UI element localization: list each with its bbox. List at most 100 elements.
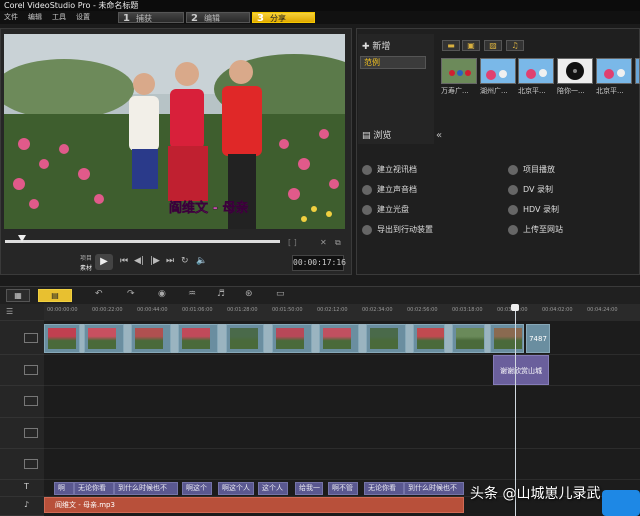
overlay-track[interactable]	[44, 386, 640, 418]
upload-web-button[interactable]: 上传至网站	[508, 224, 563, 235]
menu-settings[interactable]: 设置	[76, 11, 90, 24]
video-clip[interactable]	[413, 324, 445, 353]
video-track-icon[interactable]	[24, 333, 38, 343]
lyric-clip[interactable]: 啊	[54, 482, 74, 495]
export-mobile-button[interactable]: 导出到行动装置	[362, 224, 433, 235]
library-thumbnail[interactable]	[480, 58, 516, 84]
go-end-icon[interactable]: ⏭	[166, 256, 174, 266]
undo-icon[interactable]: ↶	[95, 289, 103, 299]
step-share[interactable]: 3 分享	[252, 12, 315, 24]
overlay-track-icon[interactable]	[24, 459, 38, 469]
library-thumbnail[interactable]	[557, 58, 593, 84]
project-playback-button[interactable]: 项目播放	[508, 164, 555, 175]
audio-track-icon[interactable]: ♪	[24, 500, 29, 509]
menu-bar: 文件 编辑 工具 设置 1 捕获 2 编辑 3 分享	[0, 11, 640, 24]
transition-clip[interactable]	[264, 324, 272, 353]
lyric-clip[interactable]: 啊这个	[182, 482, 212, 495]
overlay-track-icon[interactable]	[24, 396, 38, 406]
go-start-icon[interactable]: ⏮	[120, 256, 128, 266]
scrubber-knob[interactable]	[18, 235, 26, 242]
audio-track-head: ♪	[0, 497, 44, 516]
browse-button[interactable]: ▤ 浏览	[362, 128, 391, 141]
add-folder-button[interactable]: ✚ 新增	[362, 39, 390, 52]
ruler-tick-label: 00:00:00:00	[47, 307, 78, 313]
enlarge-icon[interactable]: ⧉	[335, 238, 341, 248]
video-clip[interactable]	[490, 324, 524, 353]
video-clip[interactable]	[44, 324, 80, 353]
next-frame-icon[interactable]: |▶	[150, 256, 160, 266]
library-thumbnail[interactable]	[518, 58, 554, 84]
video-clip-end[interactable]: 7487	[526, 324, 550, 353]
video-clip[interactable]	[319, 324, 359, 353]
lyric-clip[interactable]: 无论你看	[74, 482, 114, 495]
video-clip[interactable]	[452, 324, 485, 353]
scrubber-bar[interactable]	[5, 240, 280, 243]
video-clip[interactable]	[84, 324, 124, 353]
subtitle-editor-icon[interactable]: ▭	[276, 289, 285, 299]
timeline-view-button[interactable]: ▤	[38, 289, 72, 302]
transition-clip[interactable]	[218, 324, 226, 353]
video-clip-thumbnail	[456, 328, 484, 349]
lyric-clip[interactable]: 到什么时候也不	[404, 482, 464, 495]
overlay-track[interactable]	[44, 355, 640, 386]
overlay-track[interactable]	[44, 449, 640, 480]
lyric-clip[interactable]: 无论你看	[364, 482, 404, 495]
menu-tools[interactable]: 工具	[52, 11, 66, 24]
playhead-handle[interactable]	[511, 304, 519, 311]
auto-music-icon[interactable]: ♬	[217, 289, 225, 299]
redo-icon[interactable]: ↷	[127, 289, 135, 299]
video-clip[interactable]	[178, 324, 218, 353]
ruler-tick-label: 00:04:24:00	[587, 307, 618, 313]
create-sound-file-button[interactable]: 建立声音档	[362, 184, 417, 195]
collapse-icon[interactable]: «	[436, 130, 442, 141]
audio-mixer-icon[interactable]: ♒	[188, 289, 196, 299]
video-clip[interactable]	[131, 324, 171, 353]
overlay-track-icon[interactable]	[24, 428, 38, 438]
lyric-clip[interactable]: 这个人	[258, 482, 288, 495]
lyric-clip[interactable]: 啊不管	[328, 482, 358, 495]
title-clip[interactable]: 谢谢欣赏山城	[493, 355, 549, 385]
motion-track-icon[interactable]: ⊛	[245, 289, 253, 299]
play-button[interactable]: ▶	[95, 254, 113, 270]
image-filter-icon[interactable]: ▨	[484, 40, 502, 51]
overlay-track-icon[interactable]	[24, 365, 38, 375]
overlay-track[interactable]	[44, 418, 640, 449]
disc-icon	[362, 204, 372, 215]
lyric-clip[interactable]: 给我一	[295, 482, 323, 495]
create-disc-button[interactable]: 建立光盘	[362, 204, 409, 215]
audio-clip[interactable]: 阎维文 - 母亲.mp3	[44, 497, 464, 513]
folder-open-icon[interactable]: ▬	[442, 40, 460, 51]
mode-project[interactable]: 项目	[80, 253, 92, 262]
video-clip[interactable]	[226, 324, 264, 353]
trim-close-icon[interactable]: ✕	[320, 238, 327, 247]
title-track-icon[interactable]: T	[24, 482, 29, 491]
menu-edit[interactable]: 编辑	[28, 11, 42, 24]
repeat-icon[interactable]: ↻	[181, 256, 189, 266]
dv-record-button[interactable]: DV 录制	[508, 184, 553, 195]
video-clip[interactable]	[366, 324, 406, 353]
lyric-clip[interactable]: 啊这个人	[218, 482, 254, 495]
menu-file[interactable]: 文件	[4, 11, 18, 24]
library-thumbnail[interactable]	[441, 58, 477, 84]
hdv-record-button[interactable]: HDV 录制	[508, 204, 559, 215]
library-folder-samples[interactable]: 范例	[360, 56, 426, 69]
sound-icon	[362, 184, 372, 195]
track-manager-icon[interactable]: ☰	[6, 307, 13, 316]
prev-frame-icon[interactable]: ◀|	[134, 256, 144, 266]
timecode-display[interactable]: 00:00:17:16	[292, 255, 346, 271]
step-capture[interactable]: 1 捕获	[118, 12, 184, 24]
mode-clip[interactable]: 素材	[80, 263, 92, 272]
audio-filter-icon[interactable]: ♫	[506, 40, 524, 51]
storyboard-view-button[interactable]: ▦	[6, 289, 30, 302]
record-capture-icon[interactable]: ◉	[158, 289, 166, 299]
volume-icon[interactable]: 🔈	[196, 256, 207, 266]
step-edit[interactable]: 2 编辑	[186, 12, 250, 24]
library-thumbnail-partial[interactable]	[635, 58, 640, 84]
video-clip[interactable]	[272, 324, 312, 353]
trim-markers[interactable]: [ ]	[288, 238, 297, 247]
lyric-clip[interactable]: 到什么时候也不	[114, 482, 178, 495]
create-video-file-button[interactable]: 建立视讯档	[362, 164, 417, 175]
ruler-tick-label: 00:03:18:00	[452, 307, 483, 313]
video-filter-icon[interactable]: ▣	[462, 40, 480, 51]
library-thumbnail[interactable]	[596, 58, 632, 84]
